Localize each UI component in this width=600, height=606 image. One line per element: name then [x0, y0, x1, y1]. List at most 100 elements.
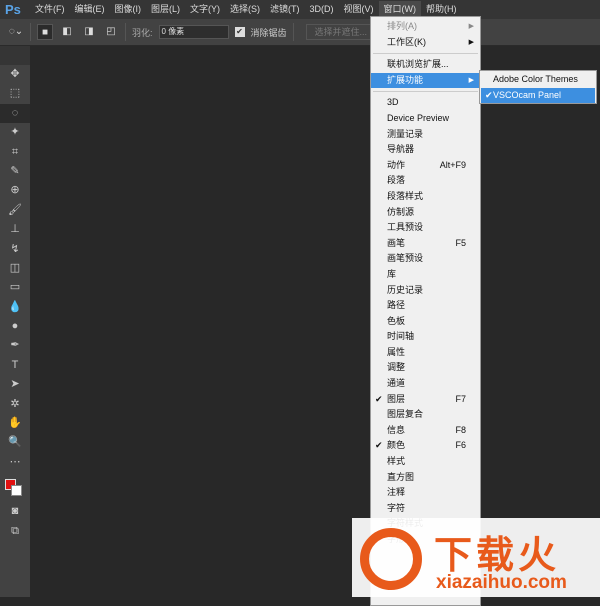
watermark-text: 下载火	[434, 535, 561, 577]
menu-2[interactable]: 图像(I)	[110, 1, 147, 18]
intersect-selection-icon[interactable]: ◰	[103, 24, 119, 40]
checkmark-icon: ✔	[375, 393, 383, 404]
menu-item-label: 颜色	[387, 440, 406, 451]
menu-item[interactable]: 联机浏览扩展...	[371, 57, 480, 73]
eraser-tool-icon[interactable]: ◫	[0, 259, 30, 278]
menu-5[interactable]: 选择(S)	[225, 1, 265, 18]
menu-item[interactable]: 段落样式	[371, 189, 480, 205]
menu-item[interactable]: 工具预设	[371, 220, 480, 236]
menu-3[interactable]: 图层(L)	[146, 1, 185, 18]
menu-item[interactable]: 时间轴	[371, 329, 480, 345]
menu-item[interactable]: 调整	[371, 360, 480, 376]
feather-input[interactable]: 0 像素	[158, 25, 229, 39]
menu-item-label: 画笔	[387, 237, 406, 248]
magic-wand-tool-icon[interactable]: ✦	[0, 123, 30, 142]
menu-item[interactable]: 动作 Alt+F9	[371, 158, 480, 174]
menu-item-label: 库	[387, 268, 397, 279]
marquee-tool-icon[interactable]: ⬚	[0, 84, 30, 103]
menu-4[interactable]: 文字(Y)	[185, 1, 225, 18]
hand-tool-icon[interactable]: ✋	[0, 414, 30, 433]
menu-item-label: 联机浏览扩展...	[387, 59, 449, 70]
menu-item[interactable]: 属性	[371, 345, 480, 361]
options-bar: ◌⌄ ■ ◧ ◨ ◰ 羽化: 0 像素 ✔ 消除锯齿 选择并遮住...	[0, 19, 600, 46]
menu-item[interactable]: 测量记录	[371, 127, 480, 143]
menu-item[interactable]: Device Preview	[371, 111, 480, 127]
submenu-item[interactable]: ✔ VSCOcam Panel	[481, 87, 595, 104]
screen-mode-icon[interactable]: ⧉	[0, 522, 30, 541]
lasso-tool-icon[interactable]: ◌	[0, 103, 30, 124]
menu-item-label: 字符	[387, 502, 406, 513]
stamp-tool-icon[interactable]: ⊥	[0, 220, 30, 239]
menu-item[interactable]: ✔ 颜色 F6	[371, 438, 480, 454]
watermark-logo: 下载火 xiazaihuo.com	[352, 518, 600, 597]
menu-item[interactable]: 注释	[371, 485, 480, 501]
separator	[373, 91, 478, 93]
menu-item-label: 排列(A)	[387, 21, 417, 31]
dodge-tool-icon[interactable]: ●	[0, 317, 30, 336]
menu-item-label: 样式	[387, 456, 406, 467]
crop-tool-icon[interactable]: ⌗	[0, 143, 30, 162]
menu-item[interactable]: 字符	[371, 501, 480, 517]
menu-item-label: 历史记录	[387, 284, 424, 295]
menu-item[interactable]: 扩展功能 ▶	[371, 72, 480, 89]
menu-item[interactable]: 工作区(K) ▶	[371, 35, 480, 51]
zoom-tool-icon[interactable]: 🔍	[0, 433, 30, 452]
menu-item[interactable]: 通道	[371, 376, 480, 392]
healing-tool-icon[interactable]: ⊕	[0, 181, 30, 200]
brush-tool-icon[interactable]: 🖌	[0, 201, 30, 220]
more-tool-icon[interactable]: ⋯	[0, 453, 30, 472]
feather-label: 羽化:	[132, 27, 153, 38]
menu-item-label: 工具预设	[387, 222, 424, 233]
menu-6[interactable]: 滤镜(T)	[265, 1, 305, 18]
menu-item-label: Adobe Color Themes	[493, 74, 578, 84]
menu-item[interactable]: 信息 F8	[371, 423, 480, 439]
antialias-checkbox[interactable]: ✔	[234, 27, 245, 37]
menu-1[interactable]: 编辑(E)	[70, 1, 110, 18]
submenu-item[interactable]: Adobe Color Themes	[481, 72, 595, 88]
menu-item[interactable]: 段落	[371, 173, 480, 189]
subtract-selection-icon[interactable]: ◨	[81, 24, 97, 40]
lasso-preset-icon[interactable]: ◌⌄	[8, 24, 24, 40]
menu-item[interactable]: 直方图	[371, 470, 480, 486]
path-select-tool-icon[interactable]: ➤	[0, 375, 30, 394]
type-tool-icon[interactable]: T	[0, 356, 30, 375]
menu-item[interactable]: 色板	[371, 314, 480, 330]
menu-item[interactable]: 历史记录	[371, 283, 480, 299]
menu-item[interactable]: 3D	[371, 95, 480, 111]
new-selection-icon[interactable]: ■	[37, 24, 53, 40]
menu-item[interactable]: 画笔预设	[371, 251, 480, 267]
menu-item[interactable]: 库	[371, 267, 480, 283]
menu-item-label: VSCOcam Panel	[493, 89, 562, 100]
menu-item-label: 图层复合	[387, 409, 424, 420]
menu-item[interactable]: 图层复合	[371, 407, 480, 423]
history-brush-tool-icon[interactable]: ↯	[0, 240, 30, 259]
add-selection-icon[interactable]: ◧	[59, 24, 75, 40]
menu-item[interactable]: 仿制源	[371, 205, 480, 221]
menu-item[interactable]: 画笔 F5	[371, 236, 480, 252]
select-and-mask-button[interactable]: 选择并遮住...	[305, 24, 377, 40]
menu-item[interactable]: 排列(A) ▶	[371, 19, 480, 35]
menu-0[interactable]: 文件(F)	[30, 1, 70, 18]
menu-item[interactable]: ✔ 图层 F7	[371, 392, 480, 408]
background-color[interactable]	[11, 485, 22, 497]
submenu-arrow-icon: ▶	[468, 76, 474, 84]
watermark-url: xiazaihuo.com	[436, 572, 567, 593]
move-tool-icon[interactable]: ✥	[0, 65, 30, 84]
separator	[373, 53, 478, 55]
menu-item-label: 注释	[387, 487, 406, 498]
menu-item[interactable]: 样式	[371, 454, 480, 470]
quick-mask-icon[interactable]: ◙	[0, 502, 30, 521]
eyedropper-tool-icon[interactable]: ✎	[0, 162, 30, 181]
shape-tool-icon[interactable]: ✲	[0, 395, 30, 414]
pen-tool-icon[interactable]: ✒	[0, 336, 30, 355]
gradient-tool-icon[interactable]: ▭	[0, 278, 30, 297]
menu-item-label: 图层	[387, 393, 406, 404]
menu-item-label: 通道	[387, 378, 406, 389]
shortcut: F8	[455, 424, 466, 435]
blur-tool-icon[interactable]: 💧	[0, 298, 30, 317]
menu-item[interactable]: 路径	[371, 298, 480, 314]
photoshop-logo: Ps	[5, 2, 21, 17]
submenu-arrow-icon: ▶	[468, 23, 474, 30]
menu-7[interactable]: 3D(D)	[305, 1, 339, 18]
menu-item[interactable]: 导航器	[371, 142, 480, 158]
